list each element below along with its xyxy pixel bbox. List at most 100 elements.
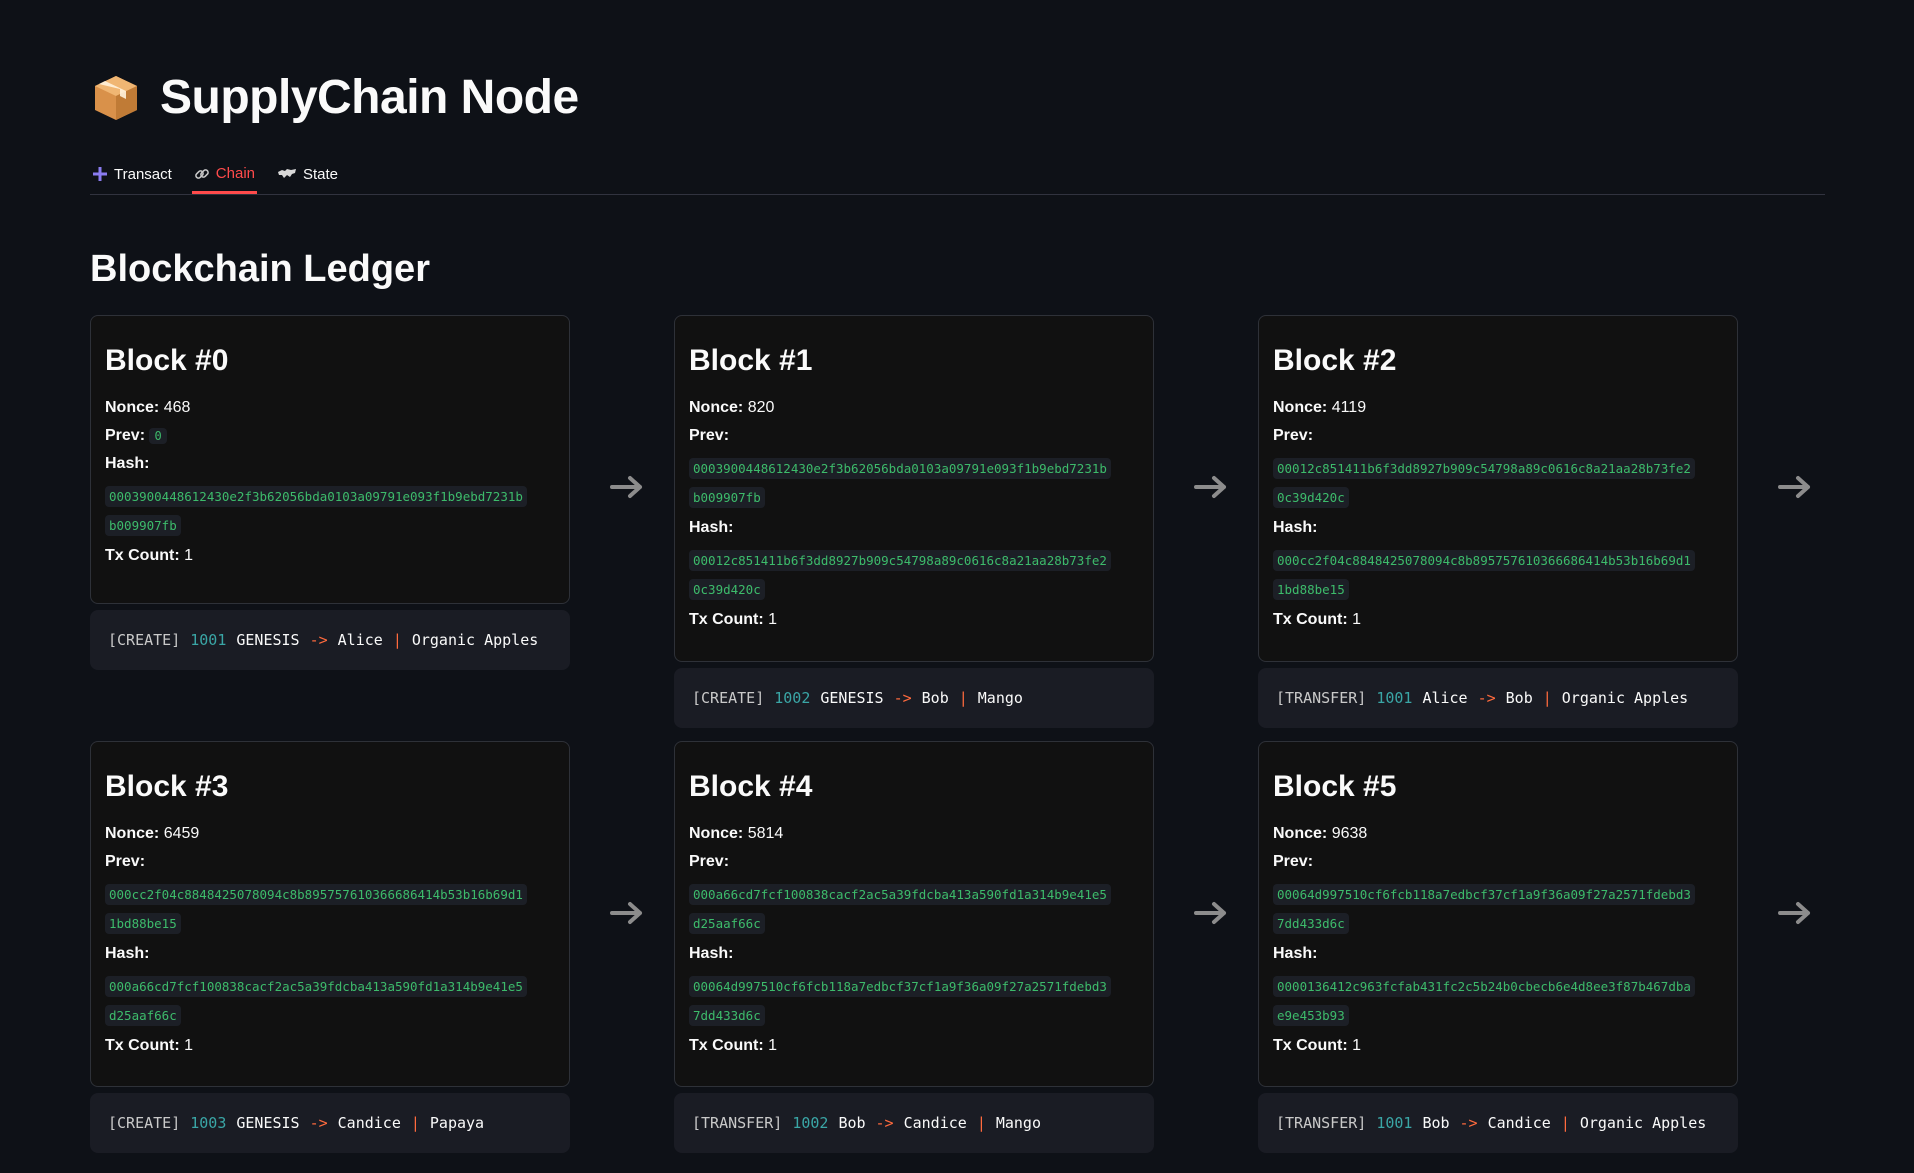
prev-hash: 00012c851411b6f3dd8927b909c54798a89c0616… — [1273, 454, 1723, 512]
tx-separator: | — [1560, 1114, 1570, 1132]
block-title: Block #1 — [689, 344, 813, 377]
tx-count-field: Tx Count: 1 — [689, 1036, 1139, 1056]
app-root: SupplyChain Node Transact Chain State Bl… — [0, 0, 1914, 1173]
nonce-label: Nonce: — [105, 399, 160, 416]
tx-count-label: Tx Count: — [689, 611, 764, 628]
tx-product-id: 1001 — [1376, 1114, 1413, 1132]
tx-to: Alice — [337, 631, 383, 649]
block-card: Block #5 Nonce: 9638 Prev: 00064d997510c… — [1258, 741, 1738, 1087]
nonce-value: 6459 — [163, 825, 200, 842]
hash-label-row: Hash: — [689, 518, 1139, 538]
tx-count-value: 1 — [1352, 611, 1362, 628]
transaction-row: [CREATE] 1003 GENESIS -> Candice | Papay… — [90, 1093, 570, 1153]
arrow-right-icon — [1191, 893, 1231, 933]
hash-line-2: d25aaf66c — [105, 1005, 181, 1026]
hash-line-1: 00012c851411b6f3dd8927b909c54798a89c0616… — [689, 550, 1111, 571]
tx-count-label: Tx Count: — [105, 1037, 180, 1054]
hash-line-1: 000a66cd7fcf100838cacf2ac5a39fdcba413a59… — [105, 976, 527, 997]
hash-line-1: 0003900448612430e2f3b62056bda0103a09791e… — [105, 486, 527, 507]
prev-line-1: 00012c851411b6f3dd8927b909c54798a89c0616… — [1273, 458, 1695, 479]
prev-hash: 000cc2f04c8848425078094c8b89575761036668… — [105, 880, 555, 938]
block-card: Block #0 Nonce: 468 Prev: 0 Hash: 000390… — [90, 315, 570, 604]
nonce-label: Nonce: — [689, 399, 744, 416]
nonce-field: Nonce: 468 — [105, 398, 555, 418]
prev-line-2: 7dd433d6c — [1273, 913, 1349, 934]
tx-to: Bob — [1505, 689, 1533, 707]
prev-label-row: Prev: — [1273, 426, 1723, 446]
tx-product: Mango — [977, 689, 1023, 707]
tab-transact[interactable]: Transact — [90, 156, 174, 192]
tx-type: [CREATE] — [692, 689, 765, 707]
tab-label: Transact — [114, 165, 172, 183]
tx-to: Candice — [1487, 1114, 1551, 1132]
block-card: Block #4 Nonce: 5814 Prev: 000a66cd7fcf1… — [674, 741, 1154, 1087]
tx-separator: | — [392, 631, 402, 649]
tx-count-value: 1 — [184, 1037, 194, 1054]
arrow-right-icon — [607, 893, 647, 933]
tx-type: [CREATE] — [108, 631, 181, 649]
block-3: Block #3 Nonce: 6459 Prev: 000cc2f04c884… — [90, 741, 570, 1153]
tx-count-field: Tx Count: 1 — [1273, 610, 1723, 630]
block-4: Block #4 Nonce: 5814 Prev: 000a66cd7fcf1… — [674, 741, 1154, 1153]
prev-label-row: Prev: — [1273, 852, 1723, 872]
nonce-label: Nonce: — [689, 825, 744, 842]
block-hash: 00012c851411b6f3dd8927b909c54798a89c0616… — [689, 546, 1139, 604]
hash-line-1: 0000136412c963fcfab431fc2c5b24b0cbecb6e4… — [1273, 976, 1695, 997]
tx-type: [TRANSFER] — [692, 1114, 783, 1132]
nonce-value: 5814 — [747, 825, 784, 842]
prev-field: Prev: 0 — [105, 426, 555, 446]
block-card: Block #2 Nonce: 4119 Prev: 00012c851411b… — [1258, 315, 1738, 662]
tx-count-field: Tx Count: 1 — [105, 546, 555, 566]
tx-to: Candice — [903, 1114, 967, 1132]
block-title: Block #0 — [105, 344, 229, 377]
prev-line-2: 1bd88be15 — [105, 913, 181, 934]
tx-product: Organic Apples — [411, 631, 539, 649]
nonce-label: Nonce: — [105, 825, 160, 842]
hash-label: Hash: — [1273, 945, 1318, 962]
block-card: Block #1 Nonce: 820 Prev: 00039004486124… — [674, 315, 1154, 662]
tx-separator: | — [410, 1114, 420, 1132]
block-5: Block #5 Nonce: 9638 Prev: 00064d997510c… — [1258, 741, 1738, 1153]
tx-from: GENESIS — [820, 689, 884, 707]
block-title: Block #2 — [1273, 344, 1397, 377]
tx-count-value: 1 — [768, 1037, 778, 1054]
block-1: Block #1 Nonce: 820 Prev: 00039004486124… — [674, 315, 1154, 728]
hash-label-row: Hash: — [105, 454, 555, 474]
nonce-label: Nonce: — [1273, 399, 1328, 416]
tx-product-id: 1001 — [1376, 689, 1413, 707]
prev-label-row: Prev: — [689, 426, 1139, 446]
tx-separator: | — [1542, 689, 1552, 707]
hash-line-2: 1bd88be15 — [1273, 579, 1349, 600]
transaction-row: [CREATE] 1001 GENESIS -> Alice | Organic… — [90, 610, 570, 670]
prev-hash: 000a66cd7fcf100838cacf2ac5a39fdcba413a59… — [689, 880, 1139, 938]
link-icon — [194, 166, 210, 182]
prev-label-row: Prev: — [105, 852, 555, 872]
nonce-field: Nonce: 6459 — [105, 824, 555, 844]
arrow-right-icon — [1775, 467, 1815, 507]
block-2: Block #2 Nonce: 4119 Prev: 00012c851411b… — [1258, 315, 1738, 728]
hash-line-2: 7dd433d6c — [689, 1005, 765, 1026]
transaction-row: [TRANSFER] 1001 Alice -> Bob | Organic A… — [1258, 668, 1738, 728]
tab-state[interactable]: State — [275, 156, 340, 192]
hash-label: Hash: — [105, 455, 150, 472]
nonce-value: 4119 — [1331, 399, 1367, 416]
prev-label: Prev: — [689, 853, 730, 870]
prev-line-2: d25aaf66c — [689, 913, 765, 934]
arrow-right-icon — [607, 467, 647, 507]
tx-type: [TRANSFER] — [1276, 689, 1367, 707]
tx-from: Bob — [838, 1114, 866, 1132]
tx-product-id: 1003 — [190, 1114, 227, 1132]
tx-to: Bob — [921, 689, 949, 707]
nonce-label: Nonce: — [1273, 825, 1328, 842]
hash-line-2: b009907fb — [105, 515, 181, 536]
transaction-row: [TRANSFER] 1001 Bob -> Candice | Organic… — [1258, 1093, 1738, 1153]
prev-line-1: 000cc2f04c8848425078094c8b89575761036668… — [105, 884, 527, 905]
tab-chain[interactable]: Chain — [191, 156, 257, 194]
nonce-field: Nonce: 5814 — [689, 824, 1139, 844]
tx-from: Bob — [1422, 1114, 1450, 1132]
hash-label-row: Hash: — [689, 944, 1139, 964]
tx-arrow: -> — [309, 1114, 328, 1132]
tx-count-field: Tx Count: 1 — [689, 610, 1139, 630]
block-hash: 000a66cd7fcf100838cacf2ac5a39fdcba413a59… — [105, 972, 555, 1030]
tx-count-value: 1 — [184, 547, 194, 564]
